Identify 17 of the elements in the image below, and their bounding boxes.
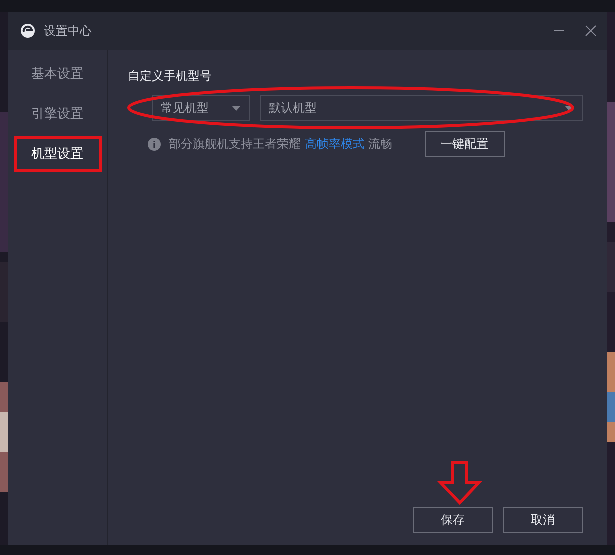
caret-icon [565,106,574,110]
sidebar-item[interactable]: 基本设置 [14,56,102,92]
section-heading: 自定义手机型号 [128,68,213,85]
info-text: 部分旗舰机支持王者荣耀 高帧率模式 流畅 [169,136,393,152]
app-logo-icon [20,23,36,39]
sidebar-item[interactable]: 机型设置 [14,136,102,172]
category-select[interactable]: 常见机型 [152,95,250,121]
one-click-config-button[interactable]: 一键配置 [424,131,505,157]
sidebar-item[interactable]: 引擎设置 [14,96,102,132]
caret-icon [232,106,241,110]
dialog-button[interactable]: 取消 [503,507,583,533]
dialog-button[interactable]: 保存 [413,507,493,533]
info-icon [148,138,161,150]
model-select[interactable]: 默认机型 [260,95,583,121]
window-title: 设置中心 [44,22,93,40]
close-icon[interactable] [585,25,597,37]
high-framerate-link[interactable]: 高帧率模式 [304,136,365,150]
